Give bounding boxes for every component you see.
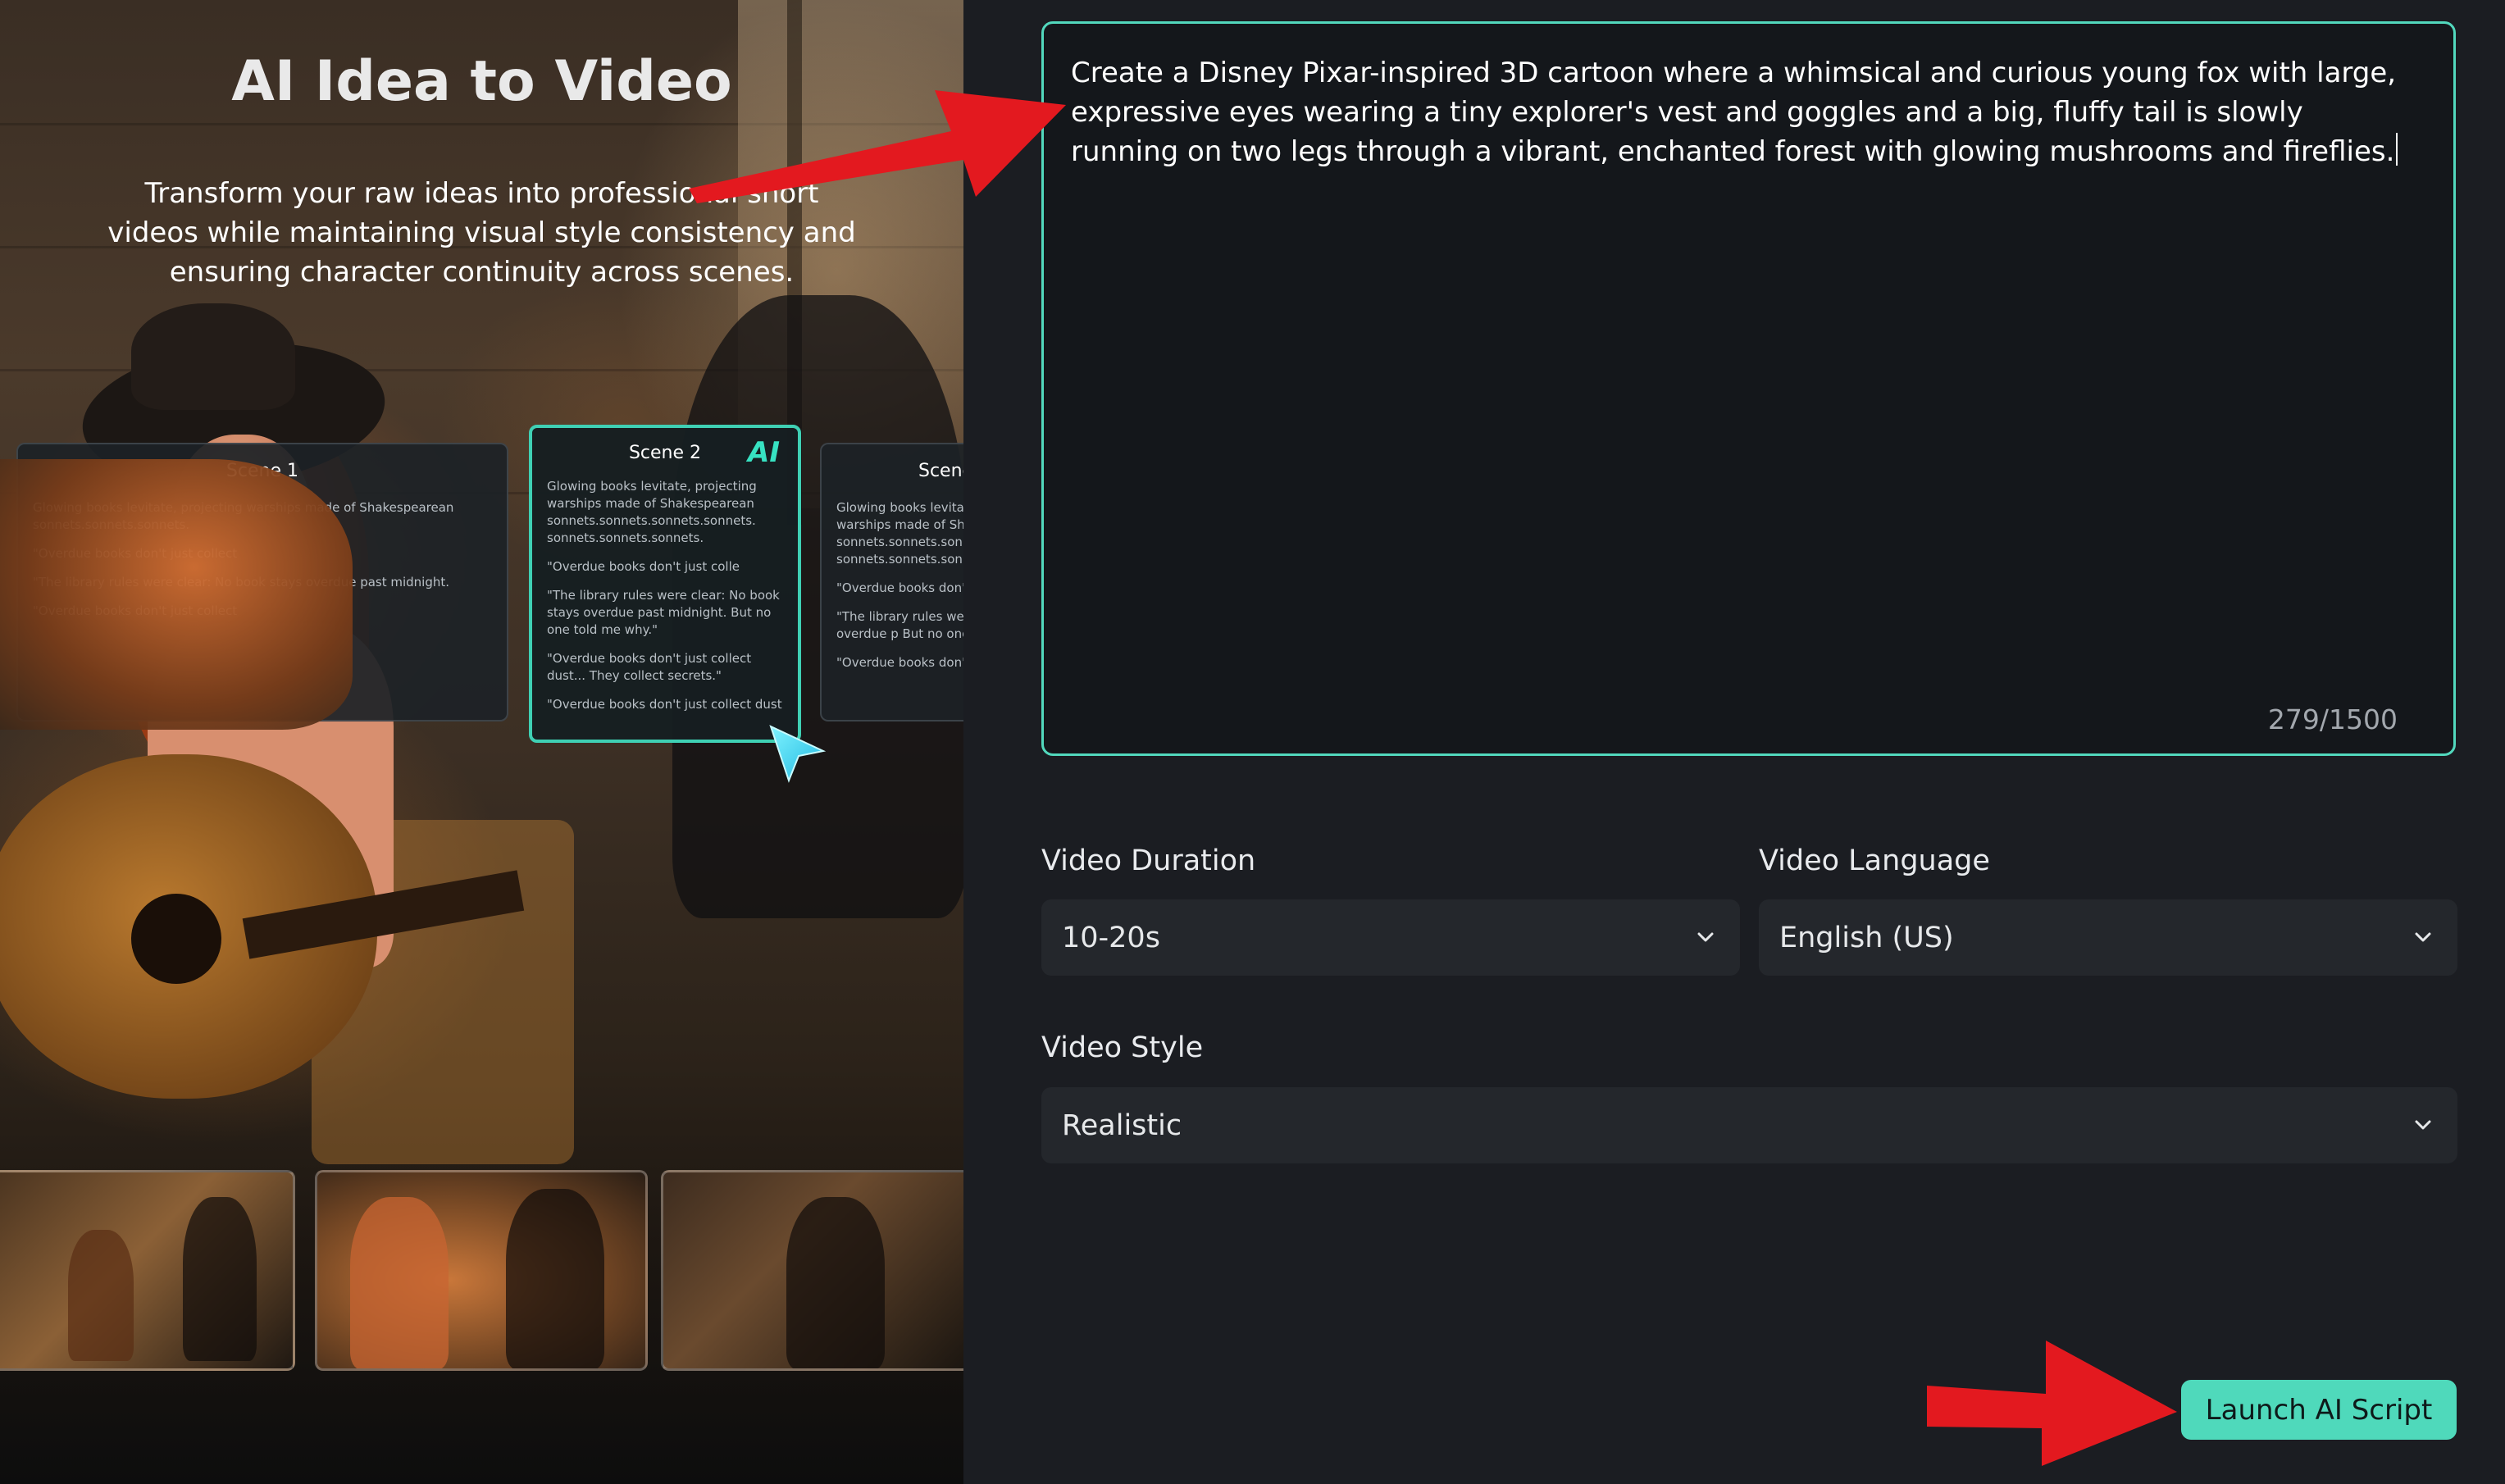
launch-ai-script-button[interactable]: Launch AI Script: [2181, 1380, 2457, 1440]
scene-card-text: "Overdue books don't just collect dust: [547, 697, 782, 712]
scene-thumbnail-2[interactable]: [315, 1170, 648, 1371]
video-style-label: Video Style: [1041, 1031, 1204, 1064]
character-count: 279/1500: [2267, 703, 2398, 735]
scene-card-text: Glowing books levitate, projecting warsh…: [836, 500, 963, 567]
text-caret: [2396, 133, 2398, 166]
thumbnail-figure: [506, 1189, 604, 1368]
scene-card-text: "Overdue books don't just colle: [547, 559, 740, 574]
thumbnail-figure: [786, 1197, 885, 1368]
video-style-select[interactable]: Realistic: [1041, 1087, 2457, 1163]
thumbnail-figure: [68, 1230, 134, 1361]
chevron-down-icon: [1697, 932, 1714, 942]
scene-thumbnail-3[interactable]: [661, 1170, 963, 1371]
scene-card-text: "The library rules were book stays overd…: [836, 609, 963, 641]
thumbnail-figure: [183, 1197, 257, 1361]
scene-card-title: Scene: [918, 461, 963, 481]
scene-thumbnail-1[interactable]: [0, 1170, 295, 1371]
chevron-down-icon: [2415, 932, 2431, 942]
video-duration-label: Video Duration: [1041, 844, 1256, 877]
red-arrow-icon: [689, 90, 1066, 203]
scene-card-text: "Overdue books don': [836, 655, 963, 670]
scene-card-2[interactable]: AI Scene 2 Glowing books levitate, proje…: [529, 425, 801, 743]
video-language-label: Video Language: [1759, 844, 1990, 877]
scene-card-text: Glowing books levitate, projecting warsh…: [547, 479, 757, 545]
video-language-value: English (US): [1779, 921, 1954, 954]
pointer-cursor-icon: [769, 725, 827, 783]
video-duration-value: 10-20s: [1062, 921, 1160, 954]
scene-card-text: "The library rules were clear: No book s…: [547, 588, 780, 637]
prompt-text-content: Create a Disney Pixar-inspired 3D cartoo…: [1071, 57, 2397, 168]
scene-card-text: "Overdue books don't just collect dust..…: [547, 651, 752, 683]
scene-card-text: "Overdue books don': [836, 580, 963, 595]
prompt-text[interactable]: Create a Disney Pixar-inspired 3D cartoo…: [1071, 53, 2416, 171]
red-arrow-icon: [1927, 1341, 2177, 1466]
guitar-sound-hole: [131, 894, 221, 984]
thumbnail-figure: [350, 1197, 449, 1368]
ai-badge: AI: [748, 436, 780, 469]
scene-card-3: Scene Glowing books levitate, projecting…: [820, 443, 963, 722]
video-duration-select[interactable]: 10-20s: [1041, 899, 1740, 976]
video-language-select[interactable]: English (US): [1759, 899, 2457, 976]
chevron-down-icon: [2415, 1120, 2431, 1130]
hero-panel: AI Idea to Video Transform your raw idea…: [0, 0, 963, 1484]
hero-illustration-woman-with-guitar: [0, 303, 574, 1172]
form-panel: Create a Disney Pixar-inspired 3D cartoo…: [963, 0, 2505, 1484]
hero-foreground-overlap: [0, 459, 353, 730]
prompt-textarea[interactable]: Create a Disney Pixar-inspired 3D cartoo…: [1041, 21, 2456, 756]
video-style-value: Realistic: [1062, 1108, 1182, 1142]
hat-crown: [131, 303, 295, 410]
